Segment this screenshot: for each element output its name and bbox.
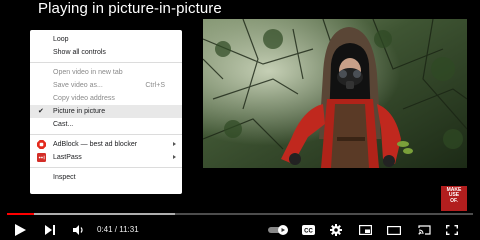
menu-item-label: Picture in picture	[53, 108, 106, 115]
volume-button[interactable]	[68, 220, 88, 240]
fullscreen-icon	[446, 225, 458, 235]
context-menu: Loop Show all controls Open video in new…	[30, 30, 182, 194]
menu-item-lastpass[interactable]: LastPass	[30, 151, 182, 164]
subtitles-icon: CC	[301, 225, 315, 235]
settings-button[interactable]	[326, 220, 346, 240]
player-controls: 0:41 / 11:31 CC	[0, 220, 480, 240]
pip-status-text: Playing in picture-in-picture	[38, 0, 222, 17]
adblock-icon	[37, 140, 46, 149]
pip-video-frame[interactable]	[203, 19, 467, 168]
miniplayer-icon	[358, 225, 372, 235]
logo-text: OF.	[450, 197, 458, 204]
menu-item-show-all-controls[interactable]: Show all controls	[30, 46, 182, 59]
fullscreen-button[interactable]	[442, 220, 462, 240]
video-player[interactable]: Playing in picture-in-picture Loop Show …	[0, 0, 480, 240]
menu-separator	[30, 167, 182, 168]
subtitles-button[interactable]: CC	[298, 220, 318, 240]
menu-item-shortcut: Ctrl+S	[145, 82, 165, 89]
submenu-arrow-icon	[173, 155, 176, 159]
time-display: 0:41 / 11:31	[97, 225, 139, 234]
menu-item-save-video-as[interactable]: Save video as... Ctrl+S	[30, 79, 182, 92]
miniplayer-button[interactable]	[355, 220, 375, 240]
menu-item-cast[interactable]: Cast...	[30, 118, 182, 131]
next-button[interactable]	[40, 220, 60, 240]
theater-icon	[387, 225, 401, 235]
menu-item-inspect[interactable]: Inspect	[30, 171, 182, 184]
menu-item-label: Cast...	[53, 121, 74, 128]
menu-item-label: Show all controls	[53, 49, 106, 56]
theater-mode-button[interactable]	[384, 220, 404, 240]
video-still-image	[203, 19, 467, 168]
menu-item-label: LastPass	[53, 154, 82, 161]
cast-icon	[417, 225, 431, 235]
makeuseof-logo[interactable]: MAKE USE OF.	[441, 186, 467, 211]
menu-item-open-video-new-tab[interactable]: Open video in new tab	[30, 66, 182, 79]
menu-item-label: AdBlock — best ad blocker	[53, 141, 138, 148]
menu-separator	[30, 62, 182, 63]
autoplay-toggle[interactable]	[266, 220, 292, 240]
svg-text:CC: CC	[304, 229, 313, 235]
progress-bar[interactable]	[7, 213, 473, 215]
progress-played	[7, 213, 35, 215]
cast-button[interactable]	[414, 220, 434, 240]
menu-item-label: Copy video address	[53, 95, 115, 102]
volume-icon	[72, 225, 83, 235]
play-button[interactable]	[10, 220, 30, 240]
submenu-arrow-icon	[173, 142, 176, 146]
next-icon	[45, 225, 55, 235]
lastpass-icon	[37, 153, 46, 162]
checkmark-icon: ✔	[38, 108, 44, 115]
menu-item-label: Inspect	[53, 174, 76, 181]
menu-item-picture-in-picture[interactable]: ✔ Picture in picture	[30, 105, 182, 118]
menu-separator	[30, 134, 182, 135]
play-icon	[14, 224, 26, 236]
menu-item-copy-video-address[interactable]: Copy video address	[30, 92, 182, 105]
menu-item-loop[interactable]: Loop	[30, 33, 182, 46]
menu-item-label: Save video as...	[53, 82, 103, 89]
menu-item-adblock[interactable]: AdBlock — best ad blocker	[30, 138, 182, 151]
autoplay-toggle-icon	[268, 225, 288, 235]
menu-item-label: Open video in new tab	[53, 69, 123, 76]
settings-icon	[330, 224, 342, 236]
menu-item-label: Loop	[53, 36, 69, 43]
